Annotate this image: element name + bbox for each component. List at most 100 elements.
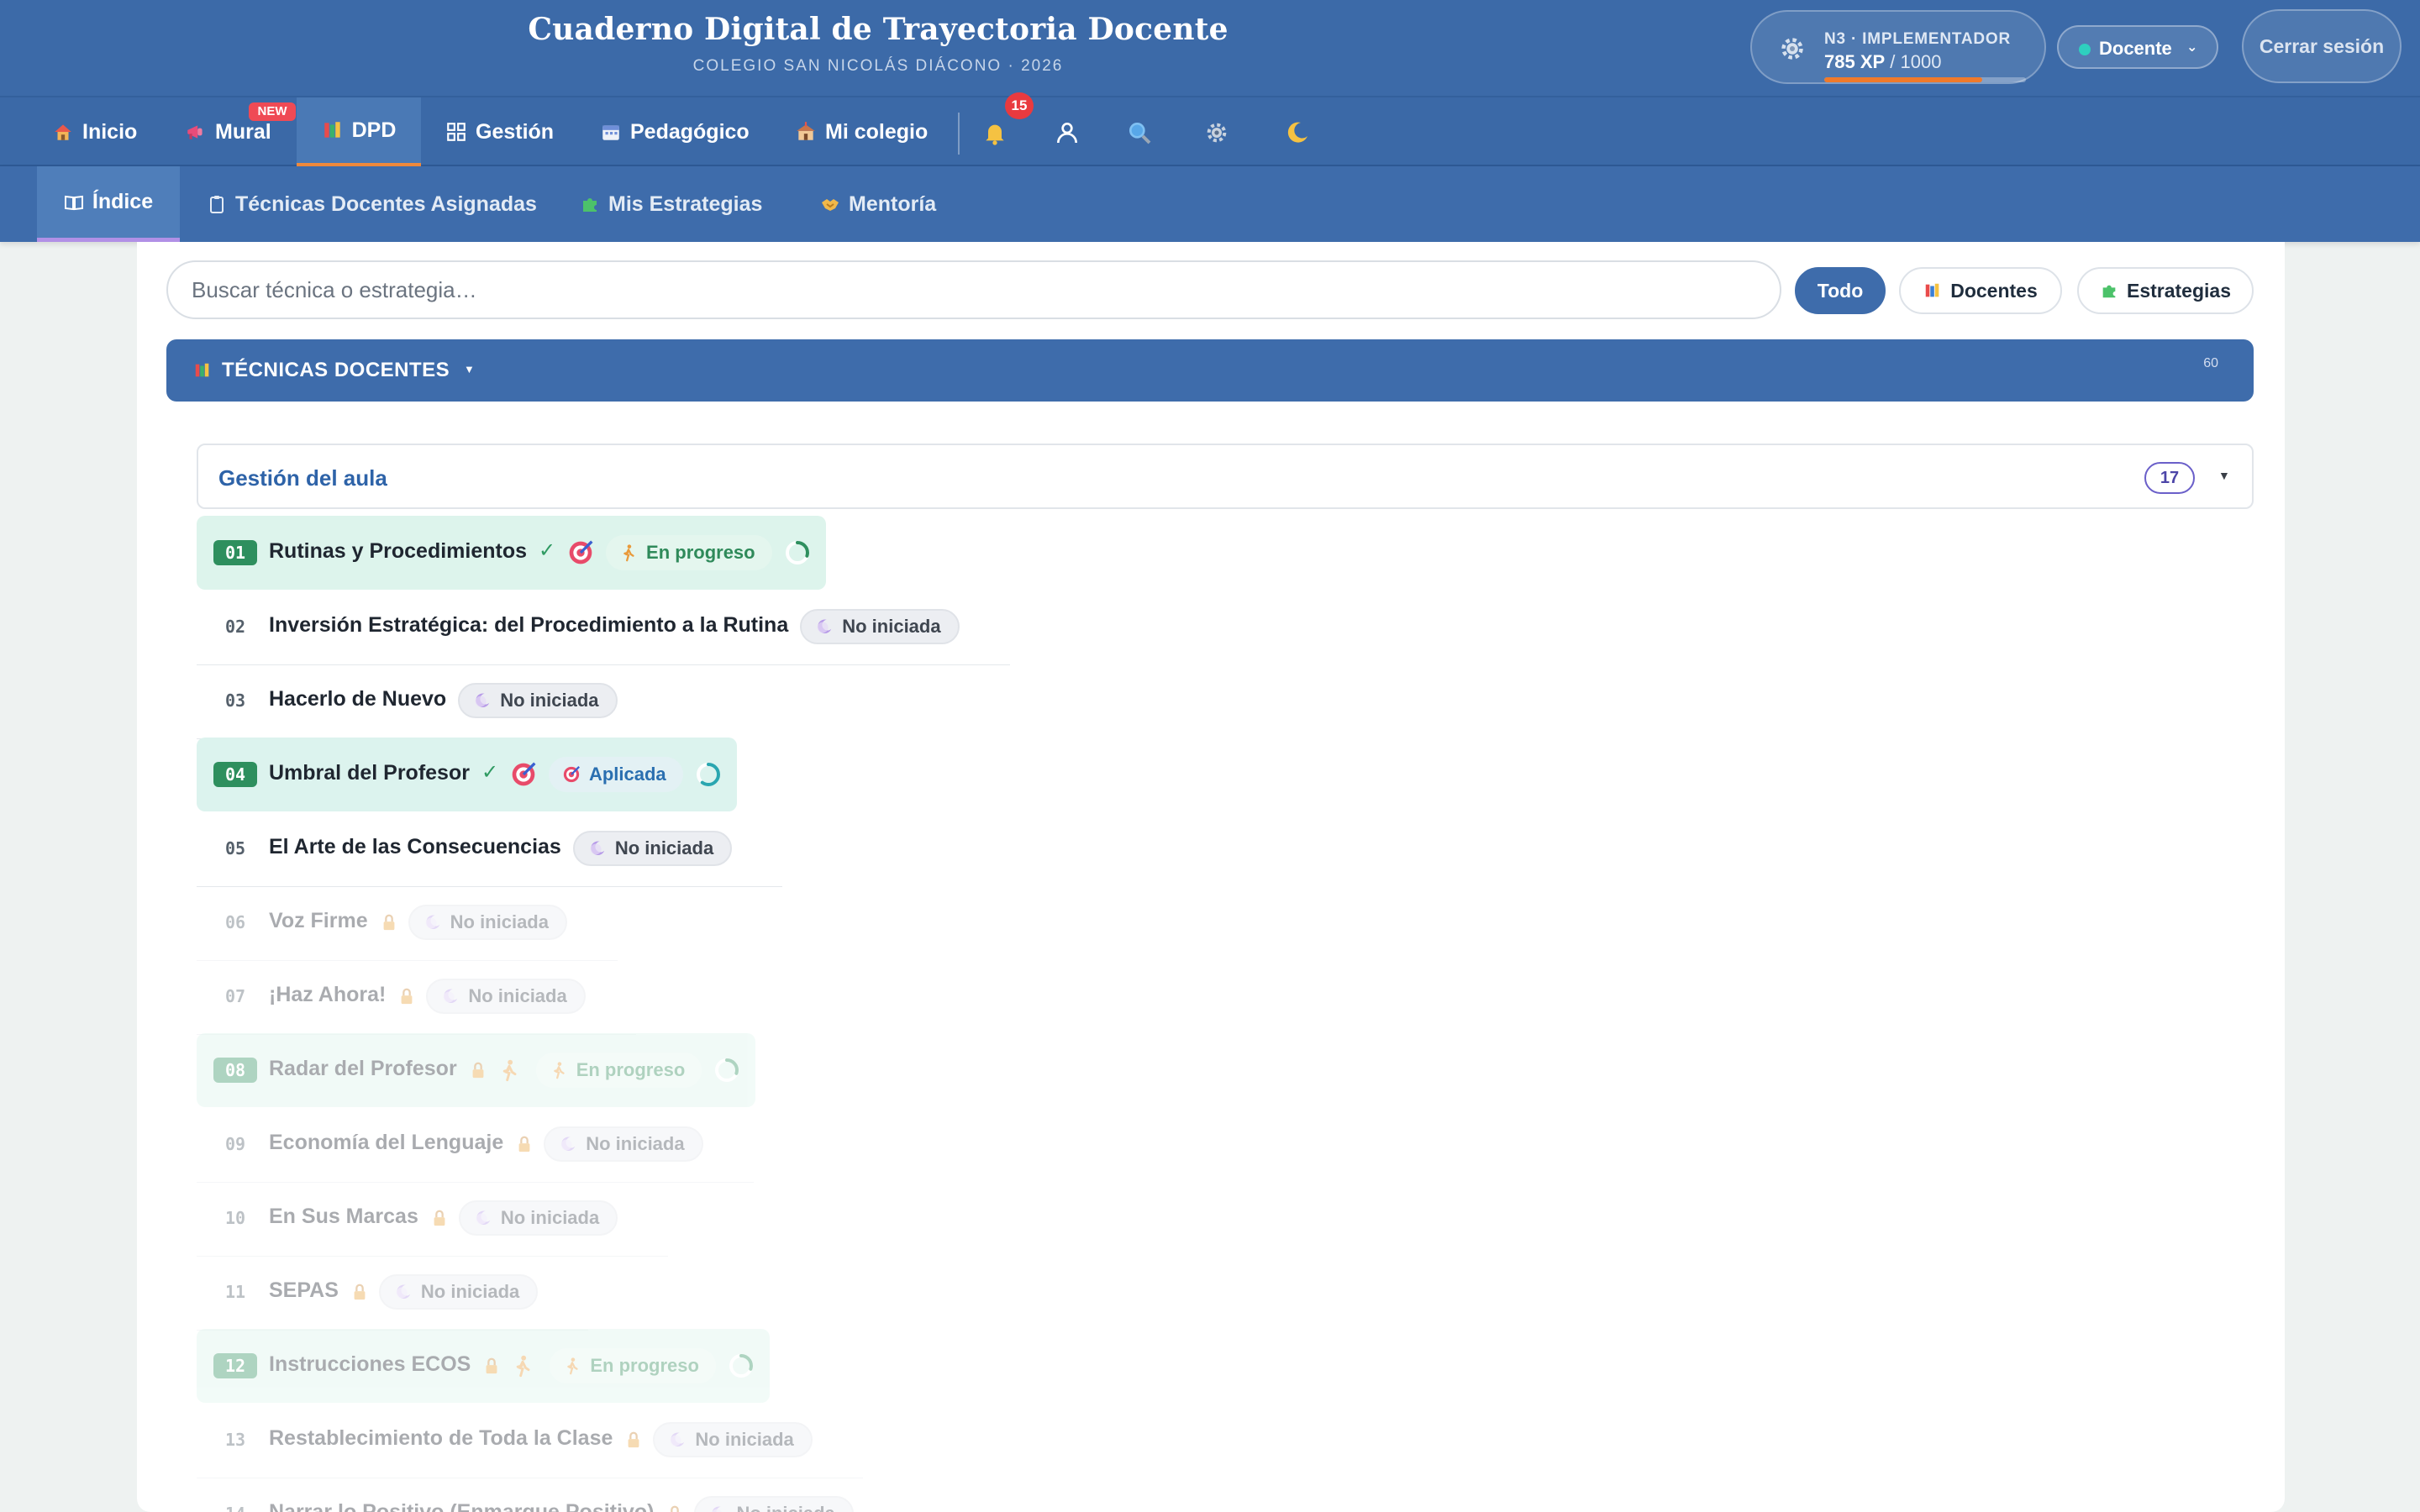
clipboard-icon	[210, 196, 224, 213]
moon-icon	[712, 1506, 723, 1512]
technique-number: 04	[213, 762, 257, 787]
nav-label: Pedagógico	[630, 119, 750, 144]
filter-todo-button[interactable]: Todo	[1795, 267, 1886, 314]
technique-number: 12	[213, 1353, 257, 1378]
xp-progress-fill	[1824, 77, 1983, 82]
technique-number: 05	[224, 838, 246, 858]
technique-number: 08	[213, 1058, 257, 1083]
walking-person-icon	[502, 1059, 517, 1082]
sub-nav: Índice Técnicas Docentes Asignadas Mis E…	[0, 166, 2420, 242]
technique-name: El Arte de las Consecuencias	[269, 835, 561, 858]
walking-person-icon	[567, 1357, 579, 1375]
tab-label: Índice	[92, 190, 154, 213]
filter-estrategias-button[interactable]: Estrategias	[2077, 267, 2254, 314]
school-icon	[797, 122, 815, 140]
bell-icon[interactable]	[981, 119, 1008, 146]
notification-count-badge: 15	[1005, 92, 1034, 119]
filter-label: Todo	[1817, 279, 1864, 302]
technique-name: Umbral del Profesor	[269, 761, 470, 785]
technique-number: 13	[224, 1430, 246, 1450]
nav-item-gestion[interactable]: Gestión	[445, 97, 554, 166]
technique-name: Radar del Profesor	[269, 1057, 457, 1080]
technique-row[interactable]: 08 Radar del Profesor En progreso	[197, 1033, 755, 1107]
technique-row[interactable]: 14 Narrar lo Positivo (Enmarque Positivo)…	[197, 1477, 871, 1512]
moon-icon[interactable]	[1284, 119, 1311, 146]
technique-row[interactable]: 13 Restablecimiento de Toda la Clase No in…	[197, 1403, 863, 1478]
technique-row[interactable]: 03 Hacerlo de Nuevo No iniciada	[197, 664, 668, 739]
tab-label: Técnicas Docentes Asignadas	[235, 192, 537, 216]
group-count-badge: 17	[2144, 462, 2195, 494]
status-label: No iniciada	[736, 1503, 834, 1512]
status-label: No iniciada	[468, 985, 567, 1006]
technique-row[interactable]: 05 El Arte de las Consecuencias No iniciad…	[197, 811, 782, 887]
puzzle-icon	[2102, 285, 2116, 298]
technique-name: Instrucciones ECOS	[269, 1352, 471, 1376]
moon-icon	[590, 841, 605, 855]
status-badge: En progreso	[550, 1348, 716, 1383]
technique-name: Narrar lo Positivo (Enmarque Positivo)	[269, 1500, 655, 1512]
search-icon[interactable]	[1126, 119, 1153, 146]
nav-label: Mural	[215, 119, 271, 144]
moon-icon	[425, 915, 439, 929]
walking-person-icon	[553, 1062, 565, 1079]
tab-mis-estrategias[interactable]: Mis Estrategias	[580, 166, 762, 242]
nav-item-inicio[interactable]: Inicio	[52, 97, 137, 166]
technique-row[interactable]: 10 En Sus Marcas No iniciada	[197, 1181, 668, 1257]
technique-row[interactable]: 02 Inversión Estratégica: del Procedimien…	[197, 590, 1010, 665]
nav-label: DPD	[351, 118, 397, 142]
target-icon	[563, 766, 580, 783]
filter-label: Docentes	[1950, 279, 2038, 302]
gear-icon[interactable]	[1203, 119, 1230, 146]
book-icon	[64, 195, 83, 210]
technique-number: 07	[224, 986, 246, 1006]
status-badge: Aplicada	[548, 757, 683, 792]
status-label: No iniciada	[450, 911, 549, 932]
filter-label: Estrategias	[2126, 279, 2231, 302]
user-icon[interactable]	[1054, 119, 1081, 146]
technique-row[interactable]: 06 Voz Firme No iniciada	[197, 885, 618, 961]
tab-tecnicas-asignadas[interactable]: Técnicas Docentes Asignadas	[207, 166, 537, 242]
new-badge: NEW	[249, 102, 296, 121]
xp-progress-bar	[1824, 77, 2026, 82]
nav-item-dpd[interactable]: DPD	[297, 97, 421, 166]
lock-icon	[401, 988, 413, 1005]
calendar-icon	[602, 125, 619, 140]
puzzle-icon	[583, 198, 597, 212]
caret-down-icon: ▼	[2218, 469, 2230, 482]
technique-row[interactable]: 07 ¡Haz Ahora! No iniciada	[197, 959, 636, 1035]
moon-icon	[475, 693, 490, 707]
section-tecnicas-docentes[interactable]: TÉCNICAS DOCENTES ▼ 60	[166, 339, 2254, 402]
tab-mentoria[interactable]: Mentoría	[820, 166, 936, 242]
moon-icon	[444, 989, 458, 1003]
technique-number: 06	[224, 912, 246, 932]
search-input[interactable]	[166, 260, 1781, 319]
moon-icon	[560, 1137, 576, 1151]
filter-docentes-button[interactable]: Docentes	[1899, 267, 2062, 314]
tab-label: Mentoría	[849, 192, 937, 216]
nav-item-pedagogico[interactable]: Pedagógico	[600, 97, 750, 166]
technique-row[interactable]: 09 Economía del Lenguaje No iniciada	[197, 1107, 754, 1183]
xp-level-card[interactable]: N3 · IMPLEMENTADOR 785 XP / 1000	[1750, 10, 2046, 84]
nav-label: Gestión	[476, 119, 555, 144]
status-label: No iniciada	[500, 1207, 600, 1228]
technique-row[interactable]: 04 Umbral del Profesor ✓ Aplicada	[197, 738, 737, 811]
role-select[interactable]: Docente ⌄	[2057, 25, 2218, 69]
main-nav: Inicio Mural NEW DPD Gestión Pedagógico …	[0, 97, 2420, 166]
technique-row[interactable]: 12 Instrucciones ECOS En progreso	[197, 1329, 770, 1403]
check-icon: ✓	[481, 761, 499, 784]
technique-row[interactable]: 11 SEPAS No iniciada	[197, 1255, 588, 1331]
app-title: Cuaderno Digital de Trayectoria Docente	[528, 12, 1228, 47]
books-icon	[324, 122, 340, 138]
group-gestion-del-aula[interactable]: Gestión del aula 17 ▼	[197, 444, 2254, 509]
section-title: TÉCNICAS DOCENTES	[222, 359, 450, 381]
logout-button[interactable]: Cerrar sesión	[2242, 9, 2402, 83]
technique-number: 10	[224, 1208, 246, 1228]
caret-down-icon: ▼	[464, 363, 475, 375]
lock-icon	[472, 1062, 484, 1079]
tab-label: Mis Estrategias	[608, 192, 763, 216]
technique-row[interactable]: 01 Rutinas y Procedimientos ✓ En progreso	[197, 516, 826, 590]
nav-item-mi-colegio[interactable]: Mi colegio	[795, 97, 928, 166]
status-badge: No iniciada	[653, 1422, 813, 1457]
status-badge: No iniciada	[378, 1274, 539, 1310]
tab-indice[interactable]: Índice	[37, 166, 180, 242]
